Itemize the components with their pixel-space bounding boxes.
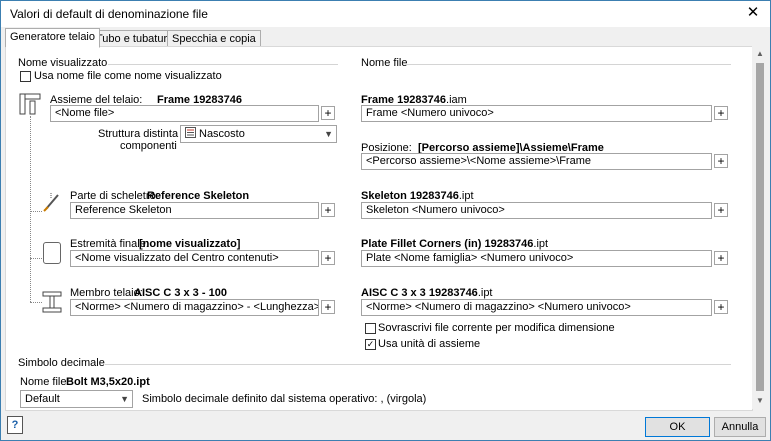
location-add-button[interactable]: + [714,154,728,168]
tree-branch [30,302,42,303]
tree-branch [30,211,42,212]
assembly-units-checkbox[interactable]: ✓ [365,339,376,350]
chevron-down-icon: ▼ [324,129,333,139]
title-bar: Valori di default di denominazione file … [1,1,770,27]
skeleton-display-name-field[interactable]: Reference Skeleton [70,202,319,219]
cancel-button[interactable]: Annulla [714,417,766,437]
skeleton-filename-add-button[interactable]: + [714,203,728,217]
endcap-label-prefix: Estremità finale: [70,238,149,250]
skeleton-filename-field[interactable]: Skeleton <Numero univoco> [361,202,712,219]
overwrite-file-label: Sovrascrivi file corrente per modifica d… [378,322,615,334]
endcap-display-name-field[interactable]: <Nome visualizzato del Centro contenuti> [70,250,319,267]
member-filename-field[interactable]: <Norme> <Numero di magazzino> <Numero un… [361,299,712,316]
bom-structure-label-line2: componenti [120,140,177,152]
group-label-nome-file: Nome file [361,57,408,69]
decimal-filename-value: Bolt M3,5x20.ipt [66,376,150,388]
chevron-down-icon: ▼ [120,394,129,404]
bom-structure-icon [185,127,196,138]
skeleton-add-button[interactable]: + [321,203,335,217]
ok-button[interactable]: OK [645,417,710,437]
bom-structure-value: Nascosto [199,128,245,140]
decimal-symbol-select[interactable]: Default ▼ [20,390,133,408]
member-display-name-field[interactable]: <Norme> <Numero di magazzino> - <Lunghez… [70,299,319,316]
frame-assembly-icon [19,93,41,115]
group-label-nome-visualizzato: Nome visualizzato [18,57,108,69]
decimal-os-text: Simbolo decimale definito dal sistema op… [142,393,427,405]
vertical-scrollbar[interactable]: ▲ ▼ [752,46,768,409]
member-label-value: AISC C 3 x 3 - 100 [134,287,227,299]
window-title: Valori di default di denominazione file [10,7,208,21]
assembly-display-name-field[interactable]: <Nome file> [50,105,319,122]
dialog-window: Valori di default di denominazione file … [0,0,771,441]
end-cap-icon [43,242,61,264]
bom-structure-select[interactable]: Nascosto ▼ [180,125,337,143]
group-divider [105,364,731,365]
overwrite-file-checkbox[interactable] [365,323,376,334]
assembly-units-label: Usa unità di assieme [378,338,481,350]
help-button[interactable]: ? [7,416,23,434]
tab-generatore-telaio[interactable]: Generatore telaio [5,28,100,48]
group-label-simbolo-decimale: Simbolo decimale [18,357,105,369]
use-filename-label: Usa nome file come nome visualizzato [34,70,222,82]
member-label-prefix: Membro telaio: [70,287,143,299]
use-filename-checkbox[interactable] [20,71,31,82]
scroll-thumb[interactable] [756,63,764,391]
group-divider [108,64,338,65]
skeleton-label-prefix: Parte di scheletro: [70,190,159,202]
group-divider [406,64,731,65]
tree-connector [30,116,31,302]
skeleton-label-value: Reference Skeleton [147,190,250,202]
member-filename-add-button[interactable]: + [714,300,728,314]
skeleton-filename-label: Skeleton 19283746.ipt [361,190,474,202]
location-field[interactable]: <Percorso assieme>\<Nome assieme>\Frame [361,153,712,170]
endcap-add-button[interactable]: + [321,251,335,265]
tree-branch [30,258,42,259]
decimal-filename-prefix: Nome file: [20,376,70,388]
decimal-symbol-value: Default [25,393,60,405]
frame-filename-add-button[interactable]: + [714,106,728,120]
plate-filename-field[interactable]: Plate <Nome famiglia> <Numero univoco> [361,250,712,267]
scroll-down-icon[interactable]: ▼ [752,393,768,409]
endcap-label-value: [nome visualizzato] [139,238,241,250]
scroll-up-icon[interactable]: ▲ [752,46,768,62]
plate-filename-label: Plate Fillet Corners (in) 19283746.ipt [361,238,549,250]
member-filename-label: AISC C 3 x 3 19283746.ipt [361,287,493,299]
assembly-add-button[interactable]: + [321,106,335,120]
member-add-button[interactable]: + [321,300,335,314]
plate-filename-add-button[interactable]: + [714,251,728,265]
skeleton-pencil-icon [43,193,59,212]
frame-filename-field[interactable]: Frame <Numero univoco> [361,105,712,122]
close-icon[interactable]: ✕ [742,3,764,23]
bom-structure-label-line1: Struttura distinta [98,128,179,140]
frame-member-icon [42,291,62,313]
